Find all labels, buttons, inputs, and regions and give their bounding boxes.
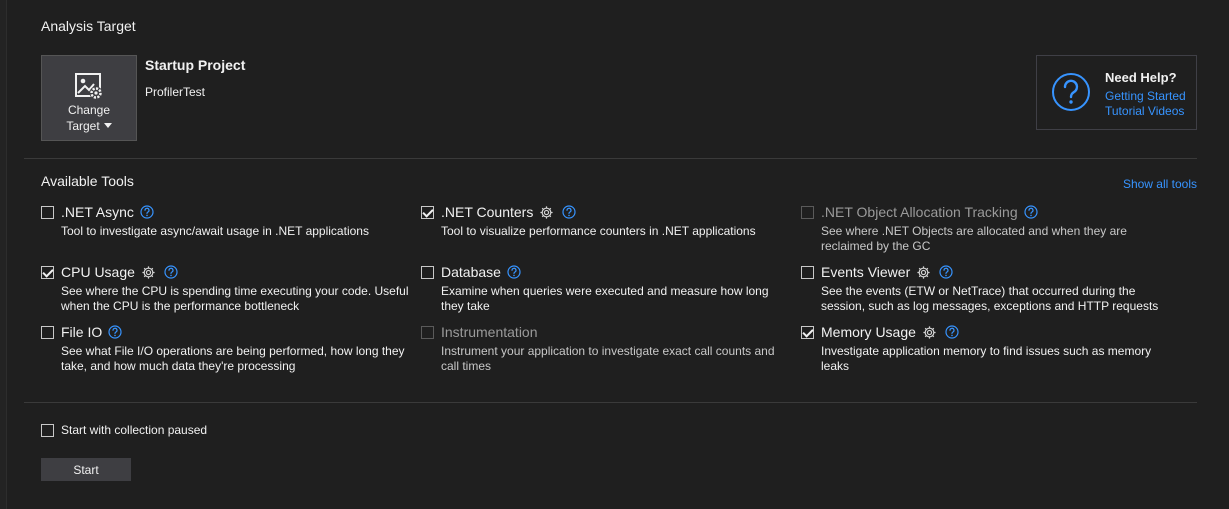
info-icon[interactable] xyxy=(562,205,576,219)
settings-gear-icon[interactable] xyxy=(539,205,554,220)
tool-description: See where .NET Objects are allocated and… xyxy=(821,224,1127,253)
tool-header: Database xyxy=(421,263,781,281)
tool-description: See where the CPU is spending time execu… xyxy=(61,284,409,313)
startup-project-title: Startup Project xyxy=(145,57,246,73)
tool-header: .NET Object Allocation Tracking xyxy=(801,203,1161,221)
tool-checkbox-memory-usage[interactable] xyxy=(801,325,814,339)
info-icon[interactable] xyxy=(507,265,521,279)
tool-name: Instrumentation xyxy=(441,324,538,340)
tool-name: File IO xyxy=(61,324,103,340)
change-target-label-line2: Target xyxy=(66,118,112,134)
dropdown-caret-icon xyxy=(103,123,112,128)
tool-events-viewer: Events Viewer See the events (ETW or NetT… xyxy=(801,263,1161,314)
info-icon[interactable] xyxy=(945,325,959,339)
tool-name: .NET Async xyxy=(61,204,134,220)
start-paused-label: Start with collection paused xyxy=(61,423,208,437)
tool-name: .NET Object Allocation Tracking xyxy=(821,204,1018,220)
tool-checkbox-database[interactable] xyxy=(421,265,434,279)
help-title: Need Help? xyxy=(1105,70,1177,85)
info-icon[interactable] xyxy=(164,265,178,279)
tool-header: .NET Counters xyxy=(421,203,781,221)
show-all-tools-link[interactable]: Show all tools xyxy=(1123,177,1197,191)
tool-name: Events Viewer xyxy=(821,264,911,280)
tool-checkbox-events-viewer[interactable] xyxy=(801,265,814,279)
start-button[interactable]: Start xyxy=(41,458,131,481)
start-paused-checkbox[interactable] xyxy=(41,423,54,437)
tool-description: Tool to visualize performance counters i… xyxy=(441,224,756,238)
tool-checkbox-cpu-usage[interactable] xyxy=(41,265,54,279)
tool-checkbox-net-counters[interactable] xyxy=(421,205,434,219)
help-panel: Need Help? Getting Started Tutorial Vide… xyxy=(1036,55,1197,130)
getting-started-link[interactable]: Getting Started xyxy=(1105,89,1186,103)
tool-description: Instrument your application to investiga… xyxy=(441,344,775,373)
settings-gear-icon[interactable] xyxy=(922,325,937,340)
tool-header: Events Viewer xyxy=(801,263,1161,281)
settings-gear-icon[interactable] xyxy=(916,265,931,280)
tool-cpu-usage: CPU Usage See where the CPU is spending t… xyxy=(41,263,409,314)
tool-header: .NET Async xyxy=(41,203,401,221)
info-icon[interactable] xyxy=(1024,205,1038,219)
tool-header: Instrumentation xyxy=(421,323,781,341)
tool-description: Investigate application memory to find i… xyxy=(821,344,1152,373)
tool-header: CPU Usage xyxy=(41,263,401,281)
divider-bottom xyxy=(24,402,1197,403)
change-target-label-line1: Change xyxy=(67,103,111,117)
tool-checkbox-instrumentation xyxy=(421,325,434,339)
tutorial-videos-link[interactable]: Tutorial Videos xyxy=(1105,104,1184,118)
tool-header: File IO xyxy=(41,323,401,341)
analysis-target-title: Analysis Target xyxy=(41,18,136,34)
info-icon[interactable] xyxy=(939,265,953,279)
tool-database: Database Examine when queries were execut… xyxy=(421,263,781,314)
tool-checkbox-net-async[interactable] xyxy=(41,205,54,219)
change-target-icon xyxy=(75,73,103,100)
tool-checkbox-net-object-allocation-tracking xyxy=(801,205,814,219)
tool-name: Memory Usage xyxy=(821,324,916,340)
tool-description: See what File I/O operations are being p… xyxy=(61,344,405,373)
info-icon[interactable] xyxy=(108,325,122,339)
available-tools-title: Available Tools xyxy=(41,173,134,189)
tool-name: Database xyxy=(441,264,501,280)
tool-memory-usage: Memory Usage Investigate application memo… xyxy=(801,323,1161,374)
info-icon[interactable] xyxy=(140,205,154,219)
tool-name: .NET Counters xyxy=(441,204,534,220)
start-paused-row: Start with collection paused xyxy=(41,423,207,437)
tool-name: CPU Usage xyxy=(61,264,135,280)
help-question-icon xyxy=(1052,73,1090,111)
tool-description: Tool to investigate async/await usage in… xyxy=(61,224,369,238)
tool-description: Examine when queries were executed and m… xyxy=(441,284,769,313)
tool-file-io: File IO See what File I/O operations are … xyxy=(41,323,405,374)
divider-top xyxy=(24,158,1197,159)
tool-header: Memory Usage xyxy=(801,323,1161,341)
tool-checkbox-file-io[interactable] xyxy=(41,325,54,339)
tool-description: See the events (ETW or NetTrace) that oc… xyxy=(821,284,1159,313)
startup-project-name: ProfilerTest xyxy=(145,85,206,99)
tool-net-async: .NET Async Tool to investigate async/awai… xyxy=(41,203,401,239)
tool-net-object-allocation-tracking: .NET Object Allocation Tracking See where… xyxy=(801,203,1161,254)
tool-net-counters: .NET Counters Tool to visualize performan… xyxy=(421,203,781,239)
tool-instrumentation: Instrumentation Instrument your applicati… xyxy=(421,323,781,374)
change-target-button[interactable]: Change Target xyxy=(41,55,137,141)
settings-gear-icon[interactable] xyxy=(141,265,156,280)
left-edge-strip xyxy=(0,0,7,509)
